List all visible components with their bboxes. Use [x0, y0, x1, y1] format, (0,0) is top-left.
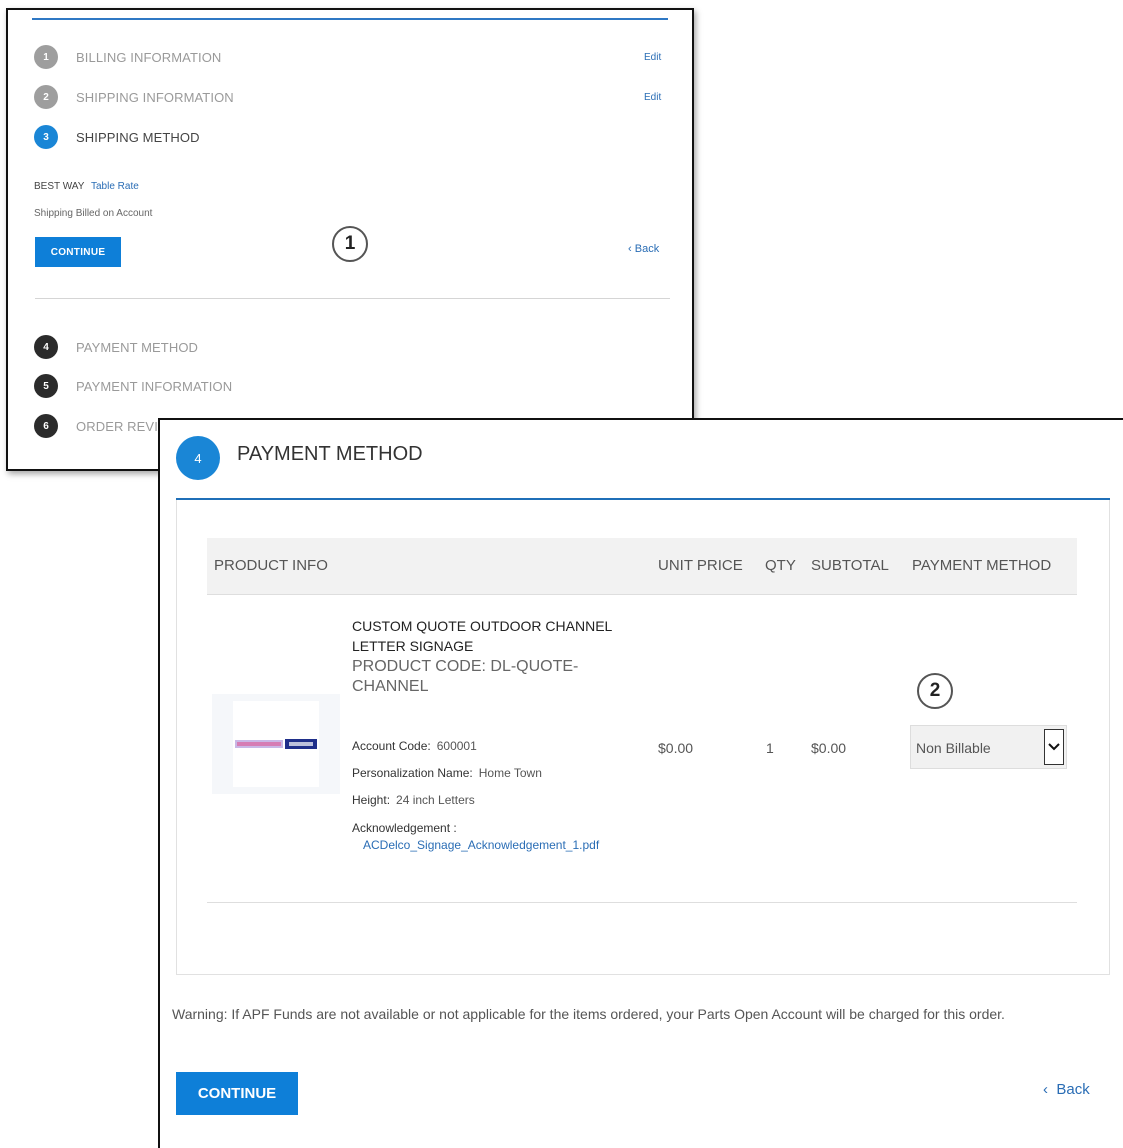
step-label: PAYMENT METHOD — [76, 339, 199, 355]
step-label: PAYMENT INFORMATION — [76, 378, 233, 394]
back-link-label: Back — [1056, 1081, 1090, 1098]
step-number-badge: 4 — [34, 335, 58, 359]
step-label: BILLING INFORMATION — [76, 49, 222, 65]
qty-value: 1 — [766, 740, 774, 756]
checkout-steps-panel: 1 BILLING INFORMATION Edit 2 SHIPPING IN… — [6, 8, 694, 471]
edit-shipping-link[interactable]: Edit — [644, 92, 661, 103]
callout-badge-2: 2 — [917, 673, 953, 709]
product-name: CUSTOM QUOTE OUTDOOR CHANNEL LETTER SIGN… — [352, 618, 612, 654]
attribute-value: Home Town — [478, 766, 542, 780]
column-header-unit-price: UNIT PRICE — [658, 557, 743, 574]
panel-top-line — [32, 18, 668, 20]
product-thumbnail[interactable] — [212, 694, 340, 794]
step-number-badge: 1 — [34, 45, 58, 69]
attribute-acknowledgement: Acknowledgement : — [352, 821, 457, 835]
attribute-height: Height: 24 inch Letters — [352, 793, 475, 807]
step-billing-information[interactable]: 1 BILLING INFORMATION — [34, 44, 221, 70]
unit-price-value: $0.00 — [658, 740, 694, 756]
column-header-product-info: PRODUCT INFO — [214, 557, 328, 574]
subtotal-value: $0.00 — [811, 740, 847, 756]
callout-badge-1: 1 — [332, 226, 368, 262]
column-header-qty: QTY — [765, 557, 796, 574]
attribute-label: Height: — [352, 793, 391, 807]
attribute-value: 24 inch Letters — [396, 793, 475, 807]
shipping-option[interactable]: BEST WAY Table Rate — [34, 181, 139, 192]
acdelco-logo-icon — [235, 739, 317, 749]
acknowledgement-file-link[interactable]: ACDelco_Signage_Acknowledgement_1.pdf — [363, 838, 599, 852]
product-code: PRODUCT CODE: DL-QUOTE-CHANNEL — [352, 658, 579, 695]
step-shipping-method: 3 SHIPPING METHOD — [34, 124, 200, 150]
attribute-personalization-name: Personalization Name: Home Town — [352, 766, 542, 780]
row-divider — [207, 902, 1077, 903]
row-divider — [207, 594, 1077, 595]
product-image — [233, 701, 319, 787]
attribute-account-code: Account Code: 600001 — [352, 739, 477, 753]
step-payment-method: 4 PAYMENT METHOD — [34, 334, 198, 360]
step-payment-information: 5 PAYMENT INFORMATION — [34, 373, 232, 399]
attribute-label: Personalization Name: — [352, 766, 473, 780]
continue-button[interactable]: CONTINUE — [35, 237, 121, 267]
step-number-badge: 5 — [34, 374, 58, 398]
shipping-note: Shipping Billed on Account — [34, 208, 153, 219]
payment-method-selected-value: Non Billable — [916, 740, 991, 756]
chevron-down-icon[interactable] — [1044, 729, 1064, 765]
column-header-subtotal: SUBTOTAL — [811, 557, 889, 574]
attribute-label: Account Code: — [352, 739, 431, 753]
chevron-left-icon: ‹ — [628, 243, 635, 255]
section-divider — [35, 298, 670, 299]
chevron-left-icon: ‹ — [1043, 1081, 1057, 1098]
payment-method-select[interactable]: Non Billable — [910, 725, 1067, 769]
shipping-rate: Table Rate — [90, 181, 139, 192]
step-number-badge: 6 — [34, 414, 58, 438]
step-shipping-information[interactable]: 2 SHIPPING INFORMATION — [34, 84, 234, 110]
step-number-badge: 4 — [176, 436, 220, 480]
column-header-payment-method: PAYMENT METHOD — [912, 557, 1052, 574]
section-title: PAYMENT METHOD — [237, 443, 423, 465]
edit-billing-link[interactable]: Edit — [644, 52, 661, 63]
continue-button[interactable]: CONTINUE — [176, 1072, 298, 1115]
attribute-value: 600001 — [436, 739, 477, 753]
step-number-badge: 2 — [34, 85, 58, 109]
step-label: SHIPPING METHOD — [76, 129, 200, 145]
step-label: SHIPPING INFORMATION — [76, 89, 234, 105]
payment-method-panel: 4 PAYMENT METHOD PRODUCT INFO UNIT PRICE… — [158, 418, 1123, 1148]
table-header: PRODUCT INFO UNIT PRICE QTY SUBTOTAL PAY… — [207, 538, 1077, 594]
attribute-label: Acknowledgement : — [352, 821, 457, 835]
back-link[interactable]: ‹ Back — [628, 243, 659, 255]
shipping-carrier: BEST WAY — [34, 181, 85, 192]
apf-funds-warning: Warning: If APF Funds are not available … — [172, 1006, 1005, 1022]
back-link[interactable]: ‹ Back — [1043, 1081, 1090, 1098]
step-number-badge: 3 — [34, 125, 58, 149]
back-link-label: Back — [634, 243, 660, 255]
